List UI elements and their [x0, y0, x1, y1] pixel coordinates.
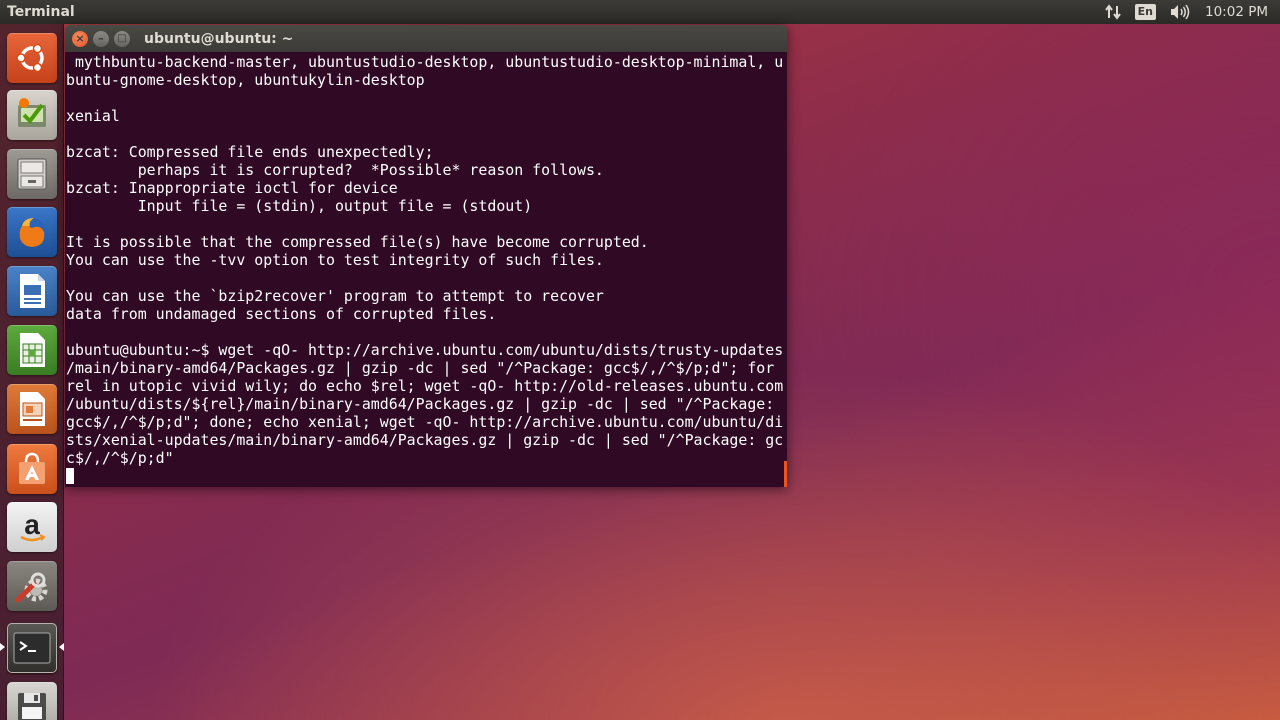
terminal-line: c$/,/^$/p;d" — [66, 449, 174, 467]
close-icon: × — [75, 31, 85, 45]
keyboard-layout-icon: En — [1134, 4, 1156, 20]
firefox-icon — [12, 212, 52, 252]
minimize-button[interactable]: – — [93, 30, 109, 47]
launcher-item-files[interactable] — [7, 149, 57, 199]
launcher-item-system-settings[interactable] — [7, 561, 57, 611]
launcher-item-dash[interactable] — [7, 33, 57, 83]
volume-icon[interactable] — [1163, 0, 1197, 24]
maximize-icon: □ — [117, 32, 127, 44]
top-panel: Terminal En 10:02 PM — [0, 0, 1280, 24]
launcher-item-software-updater[interactable] — [7, 90, 57, 140]
terminal-output[interactable]: mythbuntu-backend-master, ubuntustudio-d… — [65, 52, 787, 487]
launcher-item-impress[interactable] — [7, 384, 57, 434]
launcher-item-terminal[interactable] — [7, 623, 57, 673]
launcher-item-software-center[interactable] — [7, 444, 57, 494]
software-updater-icon — [12, 95, 52, 135]
wrench-gear-icon — [12, 566, 52, 606]
terminal-line: gcc$/,/^$/p;d"; done; echo xenial; wget … — [66, 413, 784, 431]
floppy-disk-icon — [14, 689, 50, 720]
maximize-button[interactable]: □ — [114, 30, 130, 47]
svg-text:a: a — [24, 509, 40, 540]
terminal-line: perhaps it is corrupted? *Possible* reas… — [66, 161, 604, 179]
terminal-line: data from undamaged sections of corrupte… — [66, 305, 497, 323]
launcher-item-amazon[interactable]: a — [7, 502, 57, 552]
calc-spreadsheet-icon — [14, 330, 50, 370]
terminal-line: buntu-gnome-desktop, ubuntukylin-desktop — [66, 71, 425, 89]
launcher-item-calc[interactable] — [7, 325, 57, 375]
terminal-icon — [12, 630, 52, 666]
window-title: ubuntu@ubuntu: ~ — [144, 30, 294, 47]
keyboard-layout-indicator[interactable]: En — [1128, 0, 1163, 24]
terminal-line: rel in utopic vivid wily; do echo $rel; … — [66, 377, 784, 395]
file-cabinet-icon — [13, 155, 51, 193]
scroll-position-indicator — [784, 461, 787, 487]
writer-document-icon — [14, 271, 50, 311]
running-indicator — [0, 643, 5, 651]
launcher-item-save-device[interactable] — [7, 682, 57, 720]
launcher-item-firefox[interactable] — [7, 207, 57, 257]
close-button[interactable]: × — [72, 30, 88, 47]
network-transfer-icon[interactable] — [1098, 0, 1128, 24]
launcher-item-writer[interactable] — [7, 266, 57, 316]
clock[interactable]: 10:02 PM — [1197, 0, 1280, 24]
terminal-line: bzcat: Inappropriate ioctl for device — [66, 179, 398, 197]
minimize-icon: – — [98, 31, 104, 45]
terminal-line: You can use the -tvv option to test inte… — [66, 251, 604, 269]
indicator-area: En 10:02 PM — [1098, 0, 1280, 24]
launcher: a — [0, 24, 64, 720]
terminal-line: xenial — [66, 107, 120, 125]
active-app-title: Terminal — [7, 4, 75, 20]
terminal-line: /ubuntu/dists/${rel}/main/binary-amd64/P… — [66, 395, 784, 413]
terminal-line: It is possible that the compressed file(… — [66, 233, 649, 251]
terminal-line: bzcat: Compressed file ends unexpectedly… — [66, 143, 434, 161]
terminal-lines: mythbuntu-backend-master, ubuntustudio-d… — [66, 53, 787, 467]
terminal-prompt-line[interactable] — [66, 467, 787, 485]
text-cursor — [66, 468, 74, 484]
terminal-window[interactable]: × – □ ubuntu@ubuntu: ~ mythbuntu-backend… — [65, 25, 787, 487]
terminal-line: mythbuntu-backend-master, ubuntustudio-d… — [66, 53, 784, 71]
terminal-line: sts/xenial-updates/main/binary-amd64/Pac… — [66, 431, 784, 449]
terminal-titlebar[interactable]: × – □ ubuntu@ubuntu: ~ — [65, 25, 787, 52]
shopping-bag-icon — [13, 450, 51, 488]
terminal-line: ubuntu@ubuntu:~$ wget -qO- http://archiv… — [66, 341, 784, 359]
ubuntu-logo-icon — [15, 41, 49, 75]
terminal-line: You can use the `bzip2recover' program t… — [66, 287, 604, 305]
terminal-line: /main/binary-amd64/Packages.gz | gzip -d… — [66, 359, 775, 377]
amazon-icon: a — [13, 508, 51, 546]
impress-presentation-icon — [14, 389, 50, 429]
active-indicator — [59, 643, 64, 651]
terminal-line: Input file = (stdin), output file = (std… — [66, 197, 533, 215]
